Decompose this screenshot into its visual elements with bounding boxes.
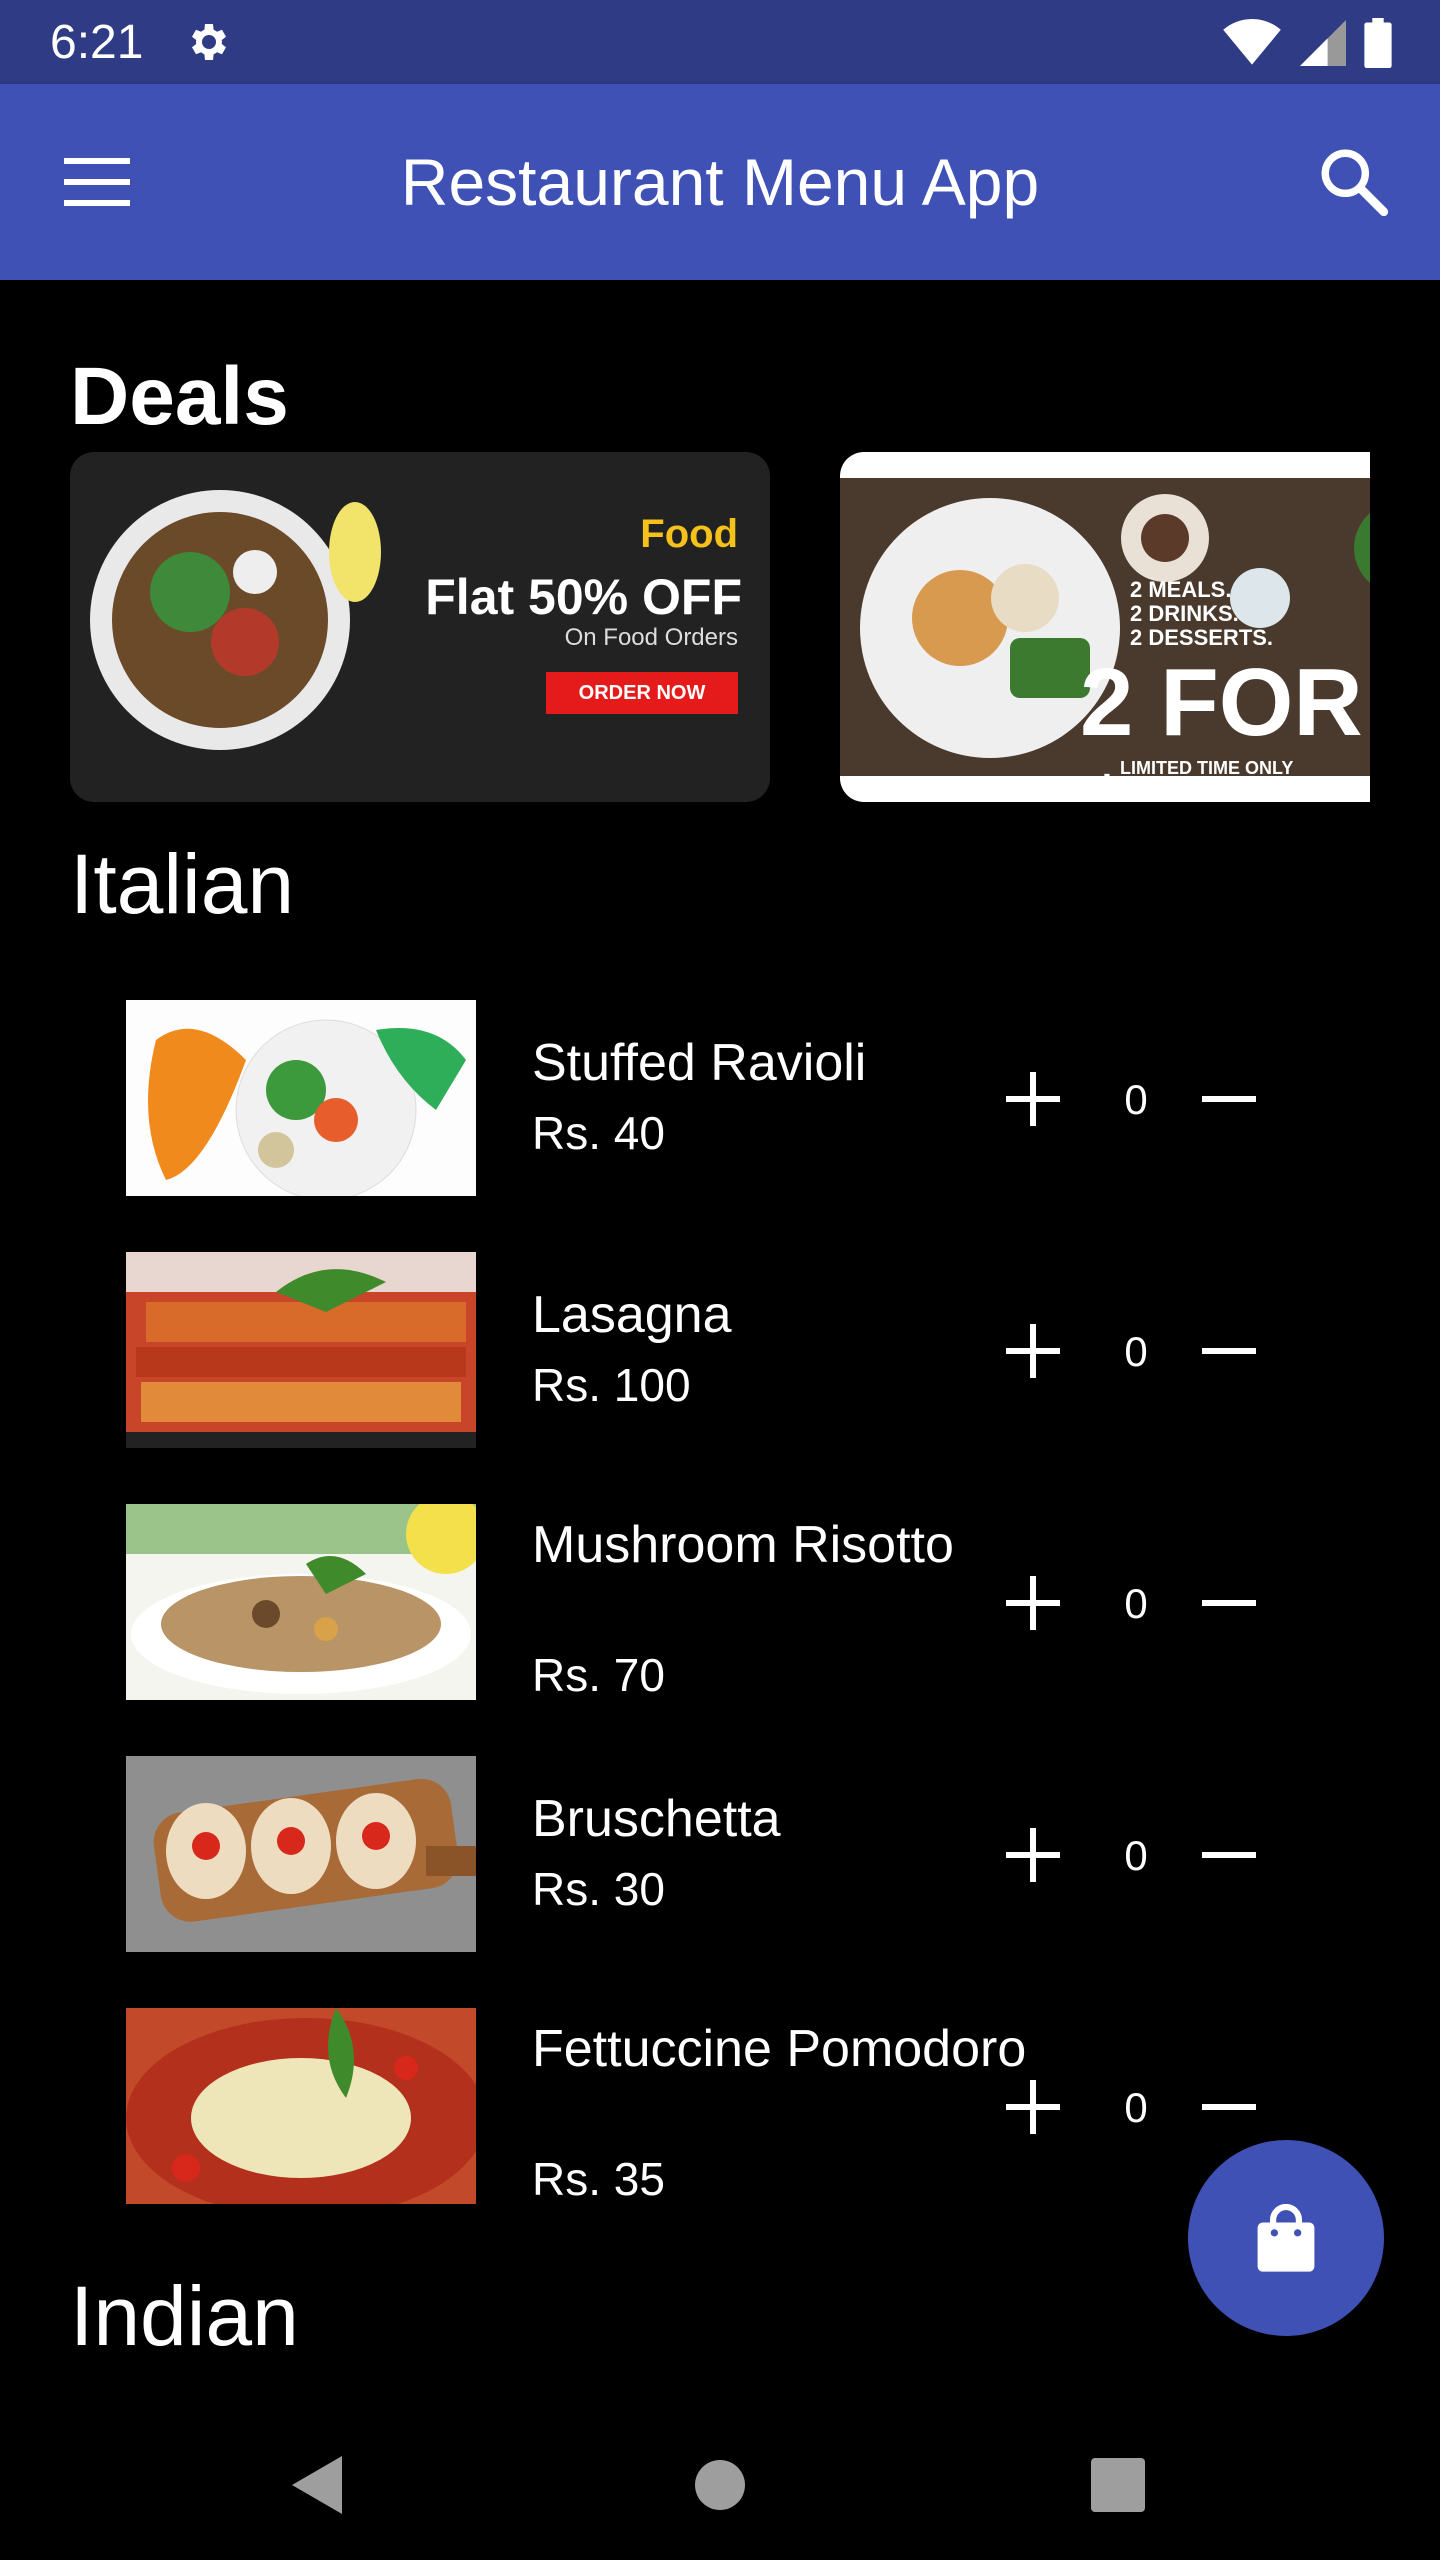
status-icons bbox=[1222, 18, 1392, 68]
minus-icon[interactable] bbox=[1202, 1324, 1256, 1378]
item-price: Rs. 35 bbox=[532, 2153, 665, 2205]
deal-card-food[interactable]: Food Flat 50% OFF On Food Orders ORDER N… bbox=[70, 452, 770, 802]
home-icon[interactable] bbox=[685, 2450, 755, 2520]
search-icon[interactable] bbox=[1316, 144, 1390, 218]
item-name: Fettuccine Pomodoro bbox=[532, 2020, 1027, 2078]
app-title: Restaurant Menu App bbox=[400, 145, 1040, 219]
plus-icon[interactable] bbox=[1006, 1324, 1060, 1378]
signal-icon bbox=[1300, 20, 1346, 66]
menu-item: Stuffed Ravioli Rs. 40 0 bbox=[126, 1000, 1326, 1196]
category-heading-italian: Italian bbox=[70, 837, 295, 931]
item-price: Rs. 100 bbox=[532, 1359, 691, 1411]
item-quantity: 0 bbox=[1124, 1580, 1148, 1627]
status-bar: 6:21 bbox=[0, 0, 1440, 84]
item-name: Stuffed Ravioli bbox=[532, 1034, 867, 1092]
deal-brand: Food bbox=[640, 512, 738, 556]
menu-item: Bruschetta Rs. 30 0 bbox=[126, 1756, 1326, 1952]
item-quantity: 0 bbox=[1124, 2084, 1148, 2131]
minus-icon[interactable] bbox=[1202, 1072, 1256, 1126]
item-image-bruschetta bbox=[126, 1756, 476, 1952]
minus-icon[interactable] bbox=[1202, 1576, 1256, 1630]
item-name: Lasagna bbox=[532, 1286, 732, 1344]
minus-icon[interactable] bbox=[1202, 1828, 1256, 1882]
item-image-stuffed-ravioli bbox=[126, 1000, 476, 1196]
item-name: Mushroom Risotto bbox=[532, 1516, 954, 1574]
plus-icon[interactable] bbox=[1006, 1576, 1060, 1630]
deals-carousel[interactable]: Food Flat 50% OFF On Food Orders ORDER N… bbox=[70, 452, 1370, 802]
item-quantity: 0 bbox=[1124, 1328, 1148, 1375]
plus-icon[interactable] bbox=[1006, 1828, 1060, 1882]
item-image-mushroom-risotto bbox=[126, 1504, 476, 1700]
wifi-icon bbox=[1223, 19, 1281, 65]
menu-item: Fettuccine Pomodoro Rs. 35 0 bbox=[126, 2008, 1326, 2205]
minus-icon[interactable] bbox=[1202, 2080, 1256, 2134]
menu-item: Lasagna Rs. 100 0 bbox=[126, 1252, 1326, 1448]
recents-icon[interactable] bbox=[1083, 2450, 1153, 2520]
deal-subline: On Food Orders bbox=[564, 624, 738, 651]
plus-icon[interactable] bbox=[1006, 1072, 1060, 1126]
item-image-fettuccine-pomodoro bbox=[126, 2008, 476, 2204]
battery-icon bbox=[1364, 18, 1392, 68]
item-name: Bruschetta bbox=[532, 1790, 781, 1848]
system-nav-bar bbox=[0, 2400, 1440, 2560]
app-bar: Restaurant Menu App bbox=[0, 84, 1440, 280]
cart-fab-button[interactable] bbox=[1188, 2140, 1384, 2336]
category-heading-indian: Indian bbox=[70, 2269, 299, 2363]
deals-heading: Deals bbox=[70, 351, 289, 442]
status-time: 6:21 bbox=[50, 15, 144, 69]
gear-icon bbox=[192, 24, 227, 60]
item-quantity: 0 bbox=[1124, 1832, 1148, 1879]
item-price: Rs. 70 bbox=[532, 1649, 665, 1701]
deal-limited-text: LIMITED TIME ONLY bbox=[1120, 758, 1294, 778]
deal-card-meals[interactable]: 2 MEALS. 2 DRINKS. 2 DESSERTS. 2 FOR $20… bbox=[840, 452, 1370, 802]
item-price: Rs. 30 bbox=[532, 1863, 665, 1915]
item-price: Rs. 40 bbox=[532, 1107, 665, 1159]
deal-headline: Flat 50% OFF bbox=[425, 569, 742, 625]
item-image-lasagna bbox=[126, 1252, 476, 1448]
menu-item: Mushroom Risotto Rs. 70 0 bbox=[126, 1504, 1326, 1701]
meals-deal-image: 2 MEALS. 2 DRINKS. 2 DESSERTS. 2 FOR $20… bbox=[840, 478, 1370, 802]
back-icon[interactable] bbox=[284, 2450, 354, 2520]
plus-icon[interactable] bbox=[1006, 2080, 1060, 2134]
deal-meals-lines: 2 MEALS. 2 DRINKS. 2 DESSERTS. bbox=[1130, 577, 1274, 650]
order-now-button[interactable]: ORDER NOW bbox=[546, 672, 738, 714]
item-quantity: 0 bbox=[1124, 1076, 1148, 1123]
shopping-bag-icon bbox=[1257, 2204, 1315, 2272]
